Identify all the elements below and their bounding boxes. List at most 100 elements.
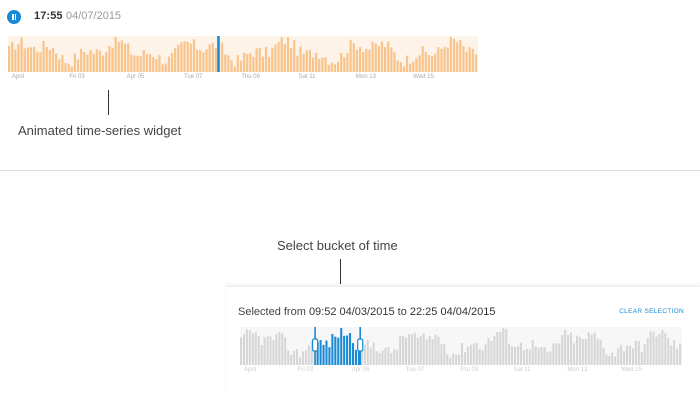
histogram-bar	[670, 345, 673, 365]
histogram-bar	[343, 57, 346, 72]
histogram-bar	[405, 337, 408, 365]
histogram-bar	[64, 62, 67, 72]
histogram-bar	[461, 343, 464, 365]
histogram-bar	[246, 53, 249, 72]
playhead-marker[interactable]	[217, 36, 220, 72]
histogram-bar	[384, 47, 387, 72]
histogram-bar	[458, 354, 461, 365]
histogram-bar	[543, 347, 546, 365]
histogram-bar	[587, 332, 590, 365]
histogram-bar	[321, 57, 324, 72]
histogram-bar	[505, 329, 508, 365]
selection-start-handle[interactable]	[311, 338, 319, 352]
histogram-bar	[272, 340, 275, 365]
histogram-bar	[387, 41, 390, 72]
histogram-bar	[192, 39, 196, 72]
histogram-bar	[661, 329, 664, 365]
histogram-bar	[263, 337, 266, 365]
histogram-bar	[255, 48, 258, 72]
histogram-bar	[372, 342, 375, 365]
histogram-bar	[268, 56, 271, 72]
histogram-bar	[281, 332, 284, 365]
histogram-bar	[511, 346, 514, 365]
histogram-bar	[302, 53, 305, 72]
bottom-histogram[interactable]	[240, 327, 682, 365]
histogram-bar	[440, 344, 443, 365]
histogram-bar	[293, 350, 296, 365]
histogram-bar	[637, 341, 640, 365]
histogram-bar	[393, 52, 396, 72]
axis-tick-label: Thu 09	[241, 74, 260, 80]
histogram-bar	[469, 344, 472, 365]
histogram-bar	[33, 46, 36, 72]
histogram-bar	[387, 347, 390, 365]
histogram-bar	[161, 64, 164, 72]
histogram-bar	[170, 53, 174, 72]
current-date: 04/07/2015	[66, 10, 122, 22]
clear-selection-button[interactable]: CLEAR SELECTION	[619, 308, 684, 315]
histogram-bar	[249, 53, 252, 72]
histogram-bar	[243, 52, 246, 72]
histogram-bar	[425, 339, 428, 365]
axis-tick-label: Apr 05	[351, 367, 370, 373]
selection-end-handle[interactable]	[357, 338, 364, 352]
histogram-bar	[446, 47, 449, 72]
histogram-bar	[8, 45, 11, 72]
histogram-bar	[362, 52, 365, 72]
histogram-bar	[83, 52, 86, 72]
histogram-bar	[67, 63, 70, 72]
histogram-bar	[634, 340, 637, 365]
histogram-bar	[358, 46, 362, 72]
histogram-bar	[290, 47, 293, 72]
histogram-bar	[324, 57, 327, 72]
histogram-bar	[349, 39, 352, 72]
histogram-bar	[58, 59, 61, 72]
histogram-bar	[484, 344, 487, 365]
histogram-bar	[366, 339, 369, 365]
histogram-bar	[26, 47, 29, 72]
histogram-bar	[139, 56, 142, 72]
histogram-bar	[468, 47, 471, 72]
histogram-bar	[45, 47, 48, 72]
histogram-bar	[434, 53, 437, 72]
histogram-bar	[354, 349, 357, 365]
histogram-bar	[371, 41, 374, 72]
histogram-bar	[459, 39, 462, 72]
histogram-bar	[245, 329, 248, 365]
histogram-bar	[318, 58, 321, 72]
histogram-bar	[522, 350, 525, 365]
histogram-bar	[380, 41, 384, 72]
histogram-bar	[679, 343, 682, 365]
histogram-bar	[365, 48, 368, 72]
histogram-bar	[428, 335, 431, 365]
histogram-bar	[61, 55, 64, 72]
histogram-bar	[102, 55, 105, 72]
pause-button[interactable]	[7, 10, 21, 24]
histogram-bar	[620, 344, 623, 365]
histogram-bar	[224, 54, 227, 72]
histogram-bar	[230, 60, 233, 72]
histogram-bar	[180, 42, 183, 72]
histogram-bar	[421, 46, 424, 72]
histogram-bar	[130, 54, 133, 72]
histogram-bar	[208, 44, 211, 72]
histogram-bar	[466, 346, 469, 365]
histogram-bar	[360, 351, 363, 365]
histogram-bar	[295, 349, 299, 365]
histogram-bar	[349, 333, 352, 365]
histogram-bar	[418, 55, 421, 72]
histogram-bar	[655, 336, 658, 365]
histogram-bar	[145, 54, 149, 72]
histogram-bar	[384, 347, 387, 365]
histogram-bar	[374, 43, 377, 72]
histogram-bar	[39, 52, 42, 72]
histogram-bar	[419, 336, 422, 365]
histogram-bar	[183, 41, 186, 72]
histogram-bar	[304, 350, 307, 365]
histogram-bar	[415, 58, 418, 72]
histogram-bar	[280, 37, 283, 72]
top-histogram[interactable]	[8, 36, 478, 72]
histogram-bar	[652, 331, 655, 365]
histogram-bar	[271, 47, 274, 72]
histogram-bar	[164, 63, 167, 72]
